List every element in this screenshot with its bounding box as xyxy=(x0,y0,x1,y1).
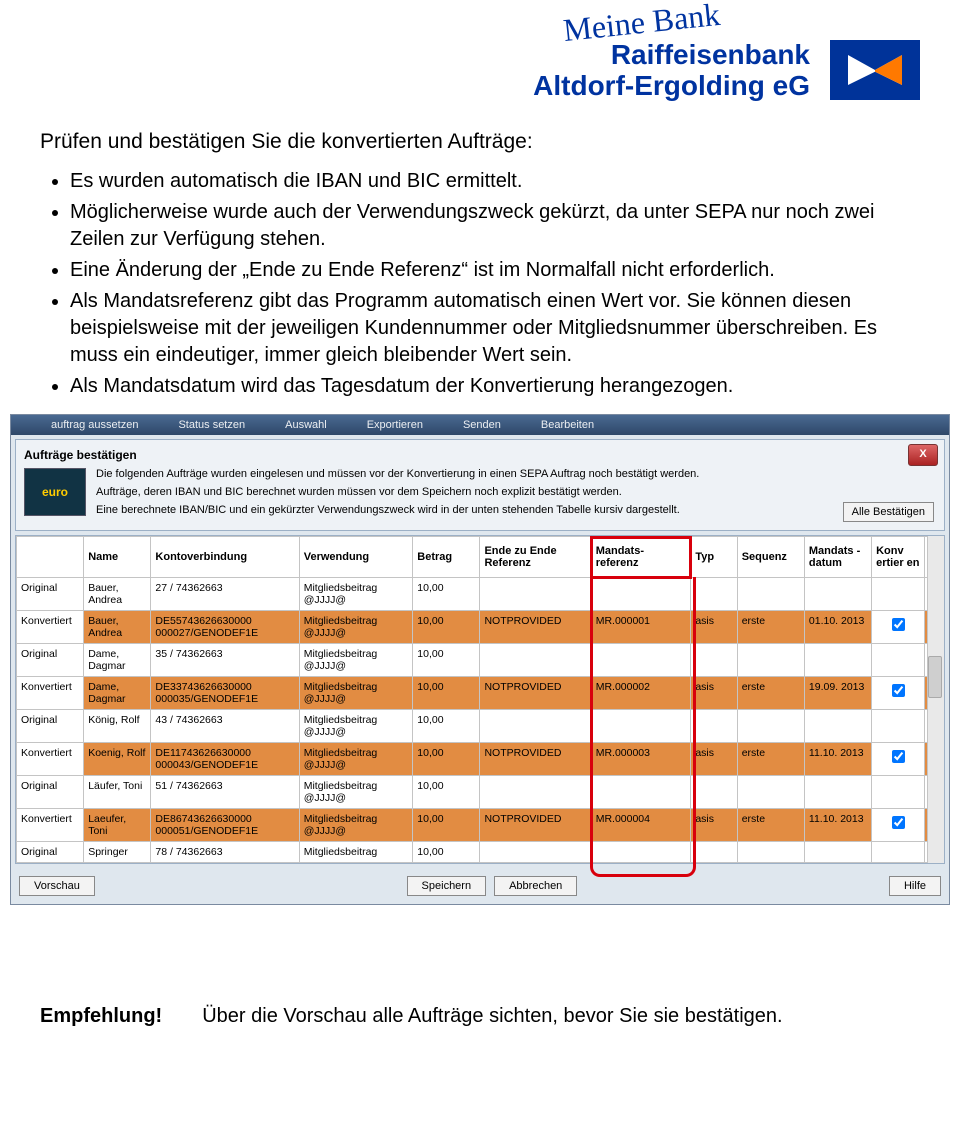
col-header[interactable]: Kontoverbindung xyxy=(151,537,299,578)
table-row[interactable]: KonvertiertKoenig, RolfDE11743626630000 … xyxy=(17,743,944,776)
col-header[interactable]: Typ xyxy=(691,537,737,578)
orders-table-wrap: NameKontoverbindungVerwendungBetragEnde … xyxy=(15,535,945,864)
col-header[interactable] xyxy=(17,537,84,578)
confirm-checkbox[interactable] xyxy=(892,750,905,763)
document-header: Meine Bank Raiffeisenbank Altdorf-Ergold… xyxy=(40,10,920,130)
app-toolbar: auftrag aussetzen Status setzen Auswahl Exp… xyxy=(11,415,949,435)
table-row[interactable]: KonvertiertLaeufer, ToniDE86743626630000… xyxy=(17,809,944,842)
table-row[interactable]: OriginalLäufer, Toni51 / 74362663Mitglie… xyxy=(17,776,944,809)
recommendation-text: Über die Vorschau alle Aufträge sichten,… xyxy=(202,1005,782,1028)
orders-table: NameKontoverbindungVerwendungBetragEnde … xyxy=(16,536,944,863)
col-header[interactable]: Betrag xyxy=(413,537,480,578)
preview-button[interactable]: Vorschau xyxy=(19,876,95,896)
col-header[interactable]: Ende zu Ende Referenz xyxy=(480,537,591,578)
confirm-all-button[interactable]: Alle Bestätigen xyxy=(843,502,934,522)
cancel-button[interactable]: Abbrechen xyxy=(494,876,577,896)
bullet-item: Es wurden automatisch die IBAN und BIC e… xyxy=(70,168,920,195)
col-header[interactable]: Konv ertier en xyxy=(872,537,925,578)
bullet-item: Eine Änderung der „Ende zu Ende Referenz… xyxy=(70,257,920,284)
toolbar-item[interactable]: Bearbeiten xyxy=(541,419,594,431)
table-row[interactable]: KonvertiertBauer, AndreaDE55743626630000… xyxy=(17,611,944,644)
toolbar-item[interactable]: Senden xyxy=(463,419,501,431)
toolbar-item[interactable]: auftrag aussetzen xyxy=(51,419,138,431)
bullet-list: Es wurden automatisch die IBAN und BIC e… xyxy=(40,168,920,400)
confirm-checkbox[interactable] xyxy=(892,684,905,697)
dialog-text: Die folgenden Aufträge wurden eingelesen… xyxy=(96,468,699,522)
table-row[interactable]: OriginalKönig, Rolf43 / 74362663Mitglied… xyxy=(17,710,944,743)
col-header[interactable]: Sequenz xyxy=(737,537,804,578)
table-row[interactable]: KonvertiertDame, DagmarDE33743626630000 … xyxy=(17,677,944,710)
table-row[interactable]: OriginalDame, Dagmar35 / 74362663Mitglie… xyxy=(17,644,944,677)
app-screenshot: auftrag aussetzen Status setzen Auswahl Exp… xyxy=(10,414,950,905)
dialog-title: Aufträge bestätigen xyxy=(24,448,936,462)
bank-name-1: Raiffeisenbank xyxy=(533,40,810,71)
close-icon[interactable]: X xyxy=(908,444,938,466)
col-header[interactable]: Name xyxy=(84,537,151,578)
col-header[interactable]: Mandats- referenz xyxy=(591,537,691,578)
help-button[interactable]: Hilfe xyxy=(889,876,941,896)
table-row[interactable]: OriginalBauer, Andrea27 / 74362663Mitgli… xyxy=(17,578,944,611)
toolbar-item[interactable]: Status setzen xyxy=(178,419,245,431)
toolbar-item[interactable]: Auswahl xyxy=(285,419,327,431)
euro-icon: euro xyxy=(24,468,86,516)
recommendation-label: Empfehlung! xyxy=(40,1005,162,1028)
bullet-item: Als Mandatsdatum wird das Tagesdatum der… xyxy=(70,373,920,400)
intro-text: Prüfen und bestätigen Sie die konvertier… xyxy=(40,130,920,154)
dialog-buttons: Vorschau Speichern Abbrechen Hilfe xyxy=(11,868,949,904)
footer: Empfehlung! Über die Vorschau alle Auftr… xyxy=(40,1005,920,1028)
vr-bank-logo xyxy=(830,40,920,100)
scrollbar[interactable] xyxy=(927,536,944,863)
col-header[interactable]: Verwendung xyxy=(299,537,413,578)
bullet-item: Als Mandatsreferenz gibt das Programm au… xyxy=(70,288,920,369)
col-header[interactable]: Mandats - datum xyxy=(804,537,871,578)
toolbar-item[interactable]: Exportieren xyxy=(367,419,423,431)
bank-name-2: Altdorf-Ergolding eG xyxy=(533,71,810,102)
save-button[interactable]: Speichern xyxy=(407,876,487,896)
bullet-item: Möglicherweise wurde auch der Verwendung… xyxy=(70,199,920,253)
table-row[interactable]: OriginalSpringer78 / 74362663Mitgliedsbe… xyxy=(17,842,944,863)
confirm-checkbox[interactable] xyxy=(892,618,905,631)
confirm-dialog: X Aufträge bestätigen euro Die folgenden… xyxy=(15,439,945,531)
confirm-checkbox[interactable] xyxy=(892,816,905,829)
